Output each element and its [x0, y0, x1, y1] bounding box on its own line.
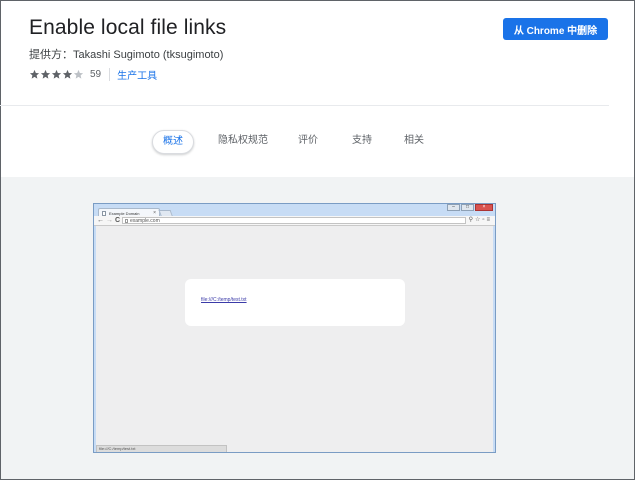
- tab-privacy[interactable]: 隐私权规范: [218, 130, 268, 152]
- star-icon: [40, 69, 51, 79]
- provider-text: 提供方：Takashi Sugimoto (tksugimoto): [29, 49, 224, 61]
- content-card: file:///C:/temp/test.txt: [185, 279, 405, 326]
- browser-content: file:///C:/temp/test.txt file:///C:/temp…: [96, 226, 493, 452]
- star-icon: [51, 69, 62, 79]
- tab-related[interactable]: 相关: [404, 130, 424, 152]
- header-divider: [0, 105, 609, 106]
- star-icon: [62, 69, 73, 79]
- address-bar: example.com: [122, 217, 466, 224]
- forward-icon: →: [106, 217, 113, 224]
- file-link: file:///C:/temp/test.txt: [201, 297, 247, 303]
- minimize-icon: –: [447, 204, 460, 211]
- toolbar-icons: ⚲☆▫≡: [468, 217, 492, 223]
- page-title: Enable local file links: [29, 16, 227, 39]
- star-icon: [73, 69, 84, 79]
- divider: [109, 67, 111, 81]
- tab-reviews[interactable]: 评价: [298, 130, 318, 152]
- tab-support[interactable]: 支持: [352, 130, 372, 152]
- page-icon: [125, 219, 128, 223]
- tab-overview[interactable]: 概述: [152, 130, 194, 154]
- rating-count[interactable]: 59: [90, 69, 101, 80]
- tab-bar: 概述 隐私权规范 评价 支持 相关: [0, 130, 637, 154]
- address-bar-url: example.com: [130, 218, 160, 224]
- browser-toolbar: ← → C example.com ⚲☆▫≡: [94, 216, 495, 226]
- category-link[interactable]: 生产工具: [117, 67, 157, 82]
- browser-tab-strip: Example Domain × – □ ×: [94, 204, 495, 218]
- window-close-icon: ×: [475, 204, 493, 211]
- rating-row: 59 生产工具: [29, 67, 157, 82]
- remove-from-chrome-button[interactable]: 从 Chrome 中删除: [503, 18, 608, 40]
- maximize-icon: □: [461, 204, 474, 211]
- extension-screenshot[interactable]: Example Domain × – □ × ← → C example.com…: [93, 203, 496, 453]
- status-bar: file:///C:/temp/test.txt: [96, 445, 227, 452]
- back-icon: ←: [97, 217, 104, 224]
- rating-stars: [29, 69, 84, 80]
- window-controls: – □ ×: [446, 204, 493, 211]
- star-icon: [29, 69, 40, 79]
- reload-icon: C: [115, 217, 121, 224]
- screenshot-gallery: Example Domain × – □ × ← → C example.com…: [1, 177, 634, 479]
